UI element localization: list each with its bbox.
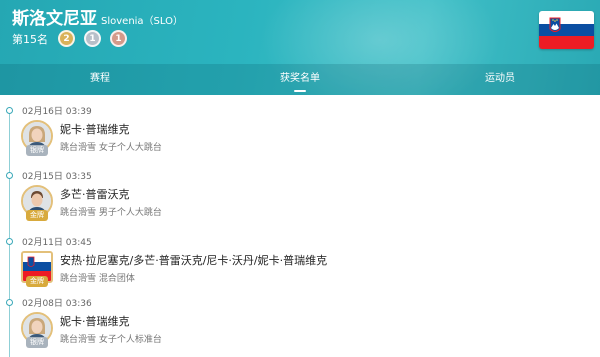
country-title: 斯洛文尼亚 Slovenia（SLO） — [12, 4, 183, 29]
avatar: 金牌 — [21, 251, 53, 287]
award-time: 02月11日 03:45 — [22, 238, 92, 248]
rank-label: 第15名 — [12, 32, 48, 46]
medal-badge: 银牌 — [26, 145, 48, 156]
event-name: 跳台滑雪 女子个人标准台 — [60, 335, 162, 345]
tab-schedule[interactable]: 赛程 — [0, 64, 200, 95]
event-name: 跳台滑雪 女子个人大跳台 — [60, 143, 162, 153]
gold-medal-count: 2 — [58, 30, 75, 47]
avatar: 银牌 — [21, 120, 53, 156]
timeline-dot — [6, 238, 13, 245]
bronze-medal-count: 1 — [110, 30, 127, 47]
slovenia-flag-icon — [539, 11, 594, 49]
timeline-line — [9, 107, 10, 357]
medal-timeline: 02月16日 03:39 银牌 妮卡·普瑞维克 跳台滑雪 女子个人大跳台 02月… — [0, 95, 600, 357]
award-time: 02月15日 03:35 — [22, 172, 92, 182]
medal-badge: 金牌 — [26, 210, 48, 221]
award-time: 02月16日 03:39 — [22, 107, 92, 117]
tab-athletes[interactable]: 运动员 — [400, 64, 600, 95]
country-header: 斯洛文尼亚 Slovenia（SLO） 第15名 2 1 1 赛程 获奖名单 运… — [0, 0, 600, 95]
athlete-name: 安热·拉尼塞克/多芒·普雷沃克/尼卡·沃丹/妮卡·普瑞维克 — [60, 254, 328, 267]
award-time: 02月08日 03:36 — [22, 299, 92, 309]
timeline-dot — [6, 299, 13, 306]
medal-summary: 第15名 2 1 1 — [12, 30, 136, 47]
avatar: 金牌 — [21, 185, 53, 221]
avatar: 银牌 — [21, 312, 53, 348]
tab-medal-list[interactable]: 获奖名单 — [200, 64, 400, 95]
silver-medal-count: 1 — [84, 30, 101, 47]
timeline-dot — [6, 172, 13, 179]
athlete-name: 妮卡·普瑞维克 — [60, 123, 130, 136]
athlete-name: 妮卡·普瑞维克 — [60, 315, 130, 328]
medal-badge: 金牌 — [26, 276, 48, 287]
athlete-name: 多芒·普雷沃克 — [60, 188, 130, 201]
event-name: 跳台滑雪 混合团体 — [60, 274, 135, 284]
medal-badge: 银牌 — [26, 337, 48, 348]
tab-bar: 赛程 获奖名单 运动员 — [0, 64, 600, 95]
event-name: 跳台滑雪 男子个人大跳台 — [60, 208, 162, 218]
timeline-dot — [6, 107, 13, 114]
country-name-en: Slovenia（SLO） — [101, 16, 183, 27]
country-name-cn: 斯洛文尼亚 — [12, 9, 97, 29]
